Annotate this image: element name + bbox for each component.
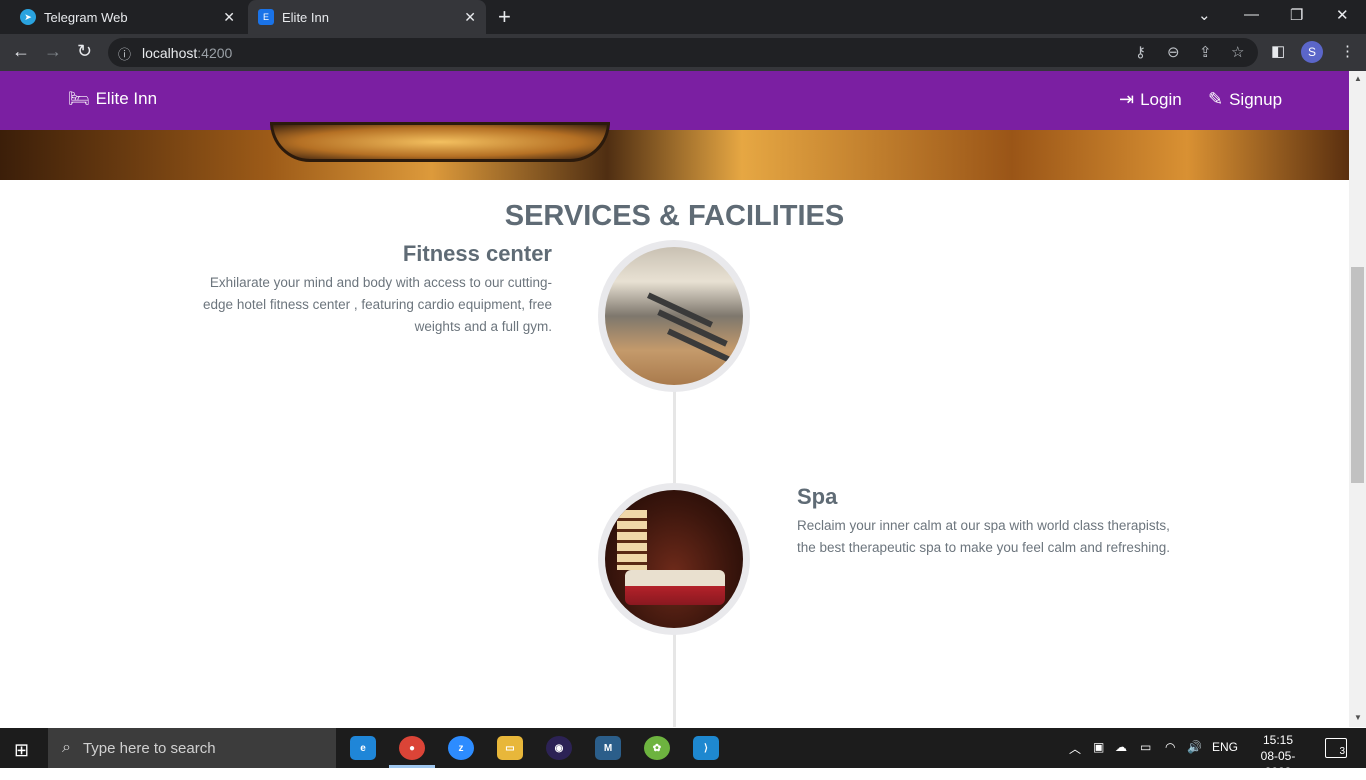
onedrive-icon[interactable]: ☁ [1115, 740, 1127, 754]
side-panel-icon[interactable]: ◧ [1271, 42, 1285, 60]
password-key-icon[interactable]: ⚷ [1135, 43, 1146, 61]
volume-icon[interactable]: 🔊 [1187, 740, 1202, 754]
meet-now-icon[interactable]: ▣ [1093, 740, 1104, 754]
telegram-icon: ➤ [20, 9, 36, 25]
restore-icon[interactable]: ❐ [1290, 6, 1303, 24]
close-window-icon[interactable]: ✕ [1336, 6, 1349, 24]
tab-elite-inn[interactable]: E Elite Inn ✕ [248, 0, 486, 34]
scroll-down-icon[interactable]: ▼ [1354, 713, 1362, 722]
notification-count: 3 [1339, 746, 1345, 757]
bed-icon: 🛏 [68, 89, 90, 108]
clock-time: 15:15 [1262, 733, 1294, 747]
wifi-icon[interactable]: ◠ [1165, 740, 1175, 754]
fitness-image-frame [598, 240, 750, 392]
spa-photo [605, 490, 743, 628]
eclipse-icon[interactable]: ◉ [546, 736, 572, 760]
clock-date: 08-05-2023 [1260, 749, 1296, 779]
browser-tab-bar: ➤ Telegram Web ✕ E Elite Inn ✕ + ⌄ — ❐ ✕ [0, 0, 1366, 34]
taskbar-clock[interactable]: 15:15 08-05-2023 [1248, 732, 1308, 780]
signup-label: Signup [1229, 89, 1283, 109]
login-link[interactable]: ⇥ Login [1119, 89, 1182, 110]
share-icon[interactable]: ⇪ [1199, 43, 1212, 61]
battery-icon[interactable]: ▭ [1140, 740, 1151, 754]
chrome-icon[interactable]: ● [389, 736, 435, 768]
tab-search-icon[interactable]: ⌄ [1198, 6, 1211, 24]
close-tab-icon[interactable]: ✕ [223, 9, 235, 26]
forward-icon[interactable]: → [44, 41, 62, 62]
section-title: SERVICES & FACILITIES [504, 200, 845, 232]
tab-title: Elite Inn [282, 9, 329, 25]
scroll-up-icon[interactable]: ▲ [1354, 74, 1362, 83]
spa-image-frame [598, 483, 750, 635]
scrollbar-thumb[interactable] [1351, 267, 1364, 483]
minimize-icon[interactable]: — [1244, 6, 1259, 23]
fitness-description: Exhilarate your mind and body with acces… [203, 275, 552, 334]
edge-icon[interactable]: e [350, 736, 376, 760]
profile-avatar[interactable]: S [1301, 41, 1323, 63]
language-indicator[interactable]: ENG [1212, 740, 1238, 754]
hero-stone-graphic [270, 122, 610, 162]
gym-photo [605, 247, 743, 385]
login-label: Login [1140, 89, 1182, 109]
site-favicon-icon: E [258, 9, 274, 25]
url-text: localhost:4200 [142, 45, 233, 61]
search-icon: ⌕ [62, 739, 71, 756]
tray-chevron-icon[interactable]: ︿ [1069, 740, 1081, 757]
pencil-icon: ✎ [1208, 89, 1224, 109]
site-info-icon[interactable]: ⓘ [118, 44, 131, 63]
brand-link[interactable]: 🛏 Elite Inn [68, 89, 157, 109]
zoom-icon[interactable]: ⊖ [1167, 43, 1180, 61]
taskbar-search[interactable]: ⌕ Type here to search [48, 728, 336, 768]
close-tab-icon[interactable]: ✕ [464, 9, 476, 26]
notification-center-icon[interactable]: 3 [1325, 738, 1347, 758]
page-scrollbar[interactable]: ▲ ▼ [1349, 71, 1366, 727]
file-explorer-icon[interactable]: ▭ [497, 736, 523, 760]
vscode-icon[interactable]: ⟩ [693, 736, 719, 760]
reload-icon[interactable]: ↻ [77, 41, 92, 62]
tab-title: Telegram Web [44, 9, 128, 25]
fitness-title: Fitness center [402, 241, 552, 266]
tab-telegram-web[interactable]: ➤ Telegram Web ✕ [8, 0, 245, 34]
windows-taskbar: ⊞ ⌕ Type here to search e ● z ▭ ◉ M ✿ ⟩ … [0, 728, 1366, 779]
login-icon: ⇥ [1119, 89, 1135, 109]
spa-description: Reclaim your inner calm at our spa with … [797, 518, 1170, 555]
back-icon[interactable]: ← [12, 41, 30, 62]
bookmark-star-icon[interactable]: ☆ [1231, 43, 1244, 61]
spa-title: Spa [797, 484, 838, 509]
new-tab-icon[interactable]: + [498, 4, 511, 30]
search-placeholder: Type here to search [82, 739, 216, 757]
signup-link[interactable]: ✎ Signup [1208, 89, 1282, 110]
hero-image [0, 122, 1349, 180]
mysql-workbench-icon[interactable]: M [595, 736, 621, 760]
menu-kebab-icon[interactable]: ⋮ [1340, 42, 1355, 60]
windows-start-icon[interactable]: ⊞ [14, 740, 29, 761]
spring-tools-icon[interactable]: ✿ [644, 736, 670, 760]
site-navbar: 🛏 Elite Inn ⇥ Login ✎ Signup [0, 71, 1349, 130]
brand-name: Elite Inn [95, 89, 158, 108]
browser-toolbar: ← → ↻ ⓘ localhost:4200 ⚷ ⊖ ⇪ ☆ ◧ S ⋮ [0, 34, 1366, 71]
page-viewport: 🛏 Elite Inn ⇥ Login ✎ Signup SERVICES & … [0, 71, 1349, 727]
zoom-icon[interactable]: z [448, 736, 474, 760]
address-bar[interactable]: ⓘ localhost:4200 ⚷ ⊖ ⇪ ☆ [108, 38, 1258, 67]
